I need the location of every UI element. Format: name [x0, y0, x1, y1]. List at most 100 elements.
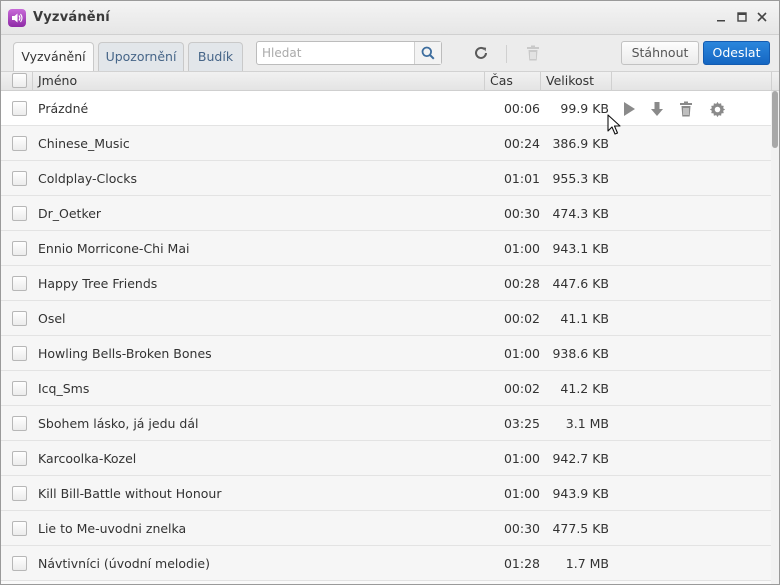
ringtone-duration: 03:25	[503, 416, 540, 431]
row-checkbox[interactable]	[12, 381, 27, 396]
table-row[interactable]: Návtivníci (úvodní melodie) 01:28 1.7 MB	[1, 546, 771, 581]
ringtone-duration: 00:30	[503, 521, 540, 536]
ringtone-name: Lie to Me-uvodni znelka	[38, 521, 187, 536]
table-row[interactable]: Ennio Morricone-Chi Mai 01:00 943.1 KB	[1, 231, 771, 266]
table-row[interactable]: Osel 00:02 41.1 KB	[1, 301, 771, 336]
row-checkbox[interactable]	[12, 101, 27, 116]
ringtone-name: Icq_Sms	[38, 381, 90, 396]
ringtone-list: Prázdné 00:06 99.9 KB Chinese_Music 00:24 386…	[1, 91, 771, 584]
table-row[interactable]: Lie to Me-uvodni znelka 00:30 477.5 KB	[1, 511, 771, 546]
table-row[interactable]: Kill Bill-Battle without Honour 01:00 943.…	[1, 476, 771, 511]
table-row[interactable]: Icq_Sms 00:02 41.2 KB	[1, 371, 771, 406]
row-checkbox[interactable]	[12, 276, 27, 291]
column-header-time[interactable]: Čas	[484, 72, 513, 91]
ringtone-name: Howling Bells-Broken Bones	[38, 346, 212, 361]
ringtone-size: 955.3 KB	[552, 171, 609, 186]
row-checkbox[interactable]	[12, 241, 27, 256]
search-icon	[421, 46, 435, 60]
maximize-icon[interactable]	[734, 9, 750, 25]
table-row[interactable]: Howling Bells-Broken Bones 01:00 938.6 KB	[1, 336, 771, 371]
row-checkbox[interactable]	[12, 171, 27, 186]
vertical-scrollbar[interactable]	[771, 91, 779, 584]
ringtone-size: 41.2 KB	[560, 381, 609, 396]
send-button[interactable]: Odeslat	[703, 41, 770, 65]
row-checkbox[interactable]	[12, 136, 27, 151]
tab-notifications[interactable]: Upozornění	[98, 42, 184, 71]
ringtone-size: 447.6 KB	[552, 276, 609, 291]
table-row[interactable]: Dr_Oetker 00:30 474.3 KB	[1, 196, 771, 231]
table-row[interactable]: Chinese_Music 00:24 386.9 KB	[1, 126, 771, 161]
scrollbar-thumb[interactable]	[772, 91, 778, 148]
ringtone-name: Happy Tree Friends	[38, 276, 158, 291]
row-checkbox[interactable]	[12, 521, 27, 536]
ringtone-size: 938.6 KB	[552, 346, 609, 361]
ringtone-size: 477.5 KB	[552, 521, 609, 536]
ringtone-size: 943.9 KB	[552, 486, 609, 501]
ringtone-name: Chinese_Music	[38, 136, 130, 151]
ringtone-name: Návtivníci (úvodní melodie)	[38, 556, 211, 571]
column-header-name[interactable]: Jméno	[32, 72, 77, 91]
toolbar: Vyzvánění Upozornění Budík Stáhnout Odes…	[1, 35, 779, 71]
table-row[interactable]: Karcoolka-Kozel 01:00 942.7 KB	[1, 441, 771, 476]
row-checkbox[interactable]	[12, 206, 27, 221]
row-checkbox[interactable]	[12, 486, 27, 501]
minimize-icon[interactable]	[713, 9, 729, 25]
table-row[interactable]: Prázdné 00:06 99.9 KB	[1, 91, 771, 126]
tab-alarm[interactable]: Budík	[188, 42, 243, 71]
download-button[interactable]: Stáhnout	[621, 41, 699, 65]
title-bar[interactable]: Vyzvánění	[1, 1, 779, 35]
row-checkbox[interactable]	[12, 346, 27, 361]
play-icon[interactable]	[619, 99, 639, 119]
ringtone-duration: 00:30	[503, 206, 540, 221]
ringtone-duration: 01:00	[503, 486, 540, 501]
ringtone-duration: 01:00	[503, 241, 540, 256]
ringtone-duration: 01:00	[503, 451, 540, 466]
trash-icon[interactable]	[524, 44, 542, 62]
ringtone-duration: 01:01	[503, 171, 540, 186]
ringtone-size: 386.9 KB	[552, 136, 609, 151]
ringtone-duration: 00:02	[503, 311, 540, 326]
ringtone-name: Kill Bill-Battle without Honour	[38, 486, 222, 501]
ringtone-duration: 00:06	[503, 101, 540, 116]
ringtone-size: 1.7 MB	[565, 556, 609, 571]
ringtone-duration: 01:00	[503, 346, 540, 361]
row-checkbox[interactable]	[12, 451, 27, 466]
column-header-size[interactable]: Velikost	[540, 72, 594, 91]
tab-ringtones[interactable]: Vyzvánění	[13, 42, 94, 71]
table-header: Jméno Čas Velikost	[1, 71, 779, 91]
table-row[interactable]: Happy Tree Friends 00:28 447.6 KB	[1, 266, 771, 301]
column-separator	[771, 72, 772, 91]
ringtone-duration: 00:02	[503, 381, 540, 396]
column-separator	[611, 72, 612, 91]
ringtone-name: Dr_Oetker	[38, 206, 102, 221]
ringtone-size: 3.1 MB	[565, 416, 609, 431]
ringtone-size: 942.7 KB	[552, 451, 609, 466]
table-row[interactable]: Coldplay-Clocks 01:01 955.3 KB	[1, 161, 771, 196]
ringtone-duration: 00:24	[503, 136, 540, 151]
table-row[interactable]: Sbohem lásko, já jedu dál 03:25 3.1 MB	[1, 406, 771, 441]
ringtone-duration: 01:28	[503, 556, 540, 571]
close-icon[interactable]	[754, 9, 770, 25]
trash-icon[interactable]	[676, 99, 696, 119]
ringtone-size: 99.9 KB	[560, 101, 609, 116]
search-input[interactable]	[257, 42, 415, 64]
ringtone-size: 943.1 KB	[552, 241, 609, 256]
toolbar-separator	[506, 45, 507, 63]
ringtone-size: 474.3 KB	[552, 206, 609, 221]
gear-icon[interactable]	[707, 99, 727, 119]
row-checkbox[interactable]	[12, 556, 27, 571]
ringtone-name: Osel	[38, 311, 66, 326]
row-checkbox[interactable]	[12, 416, 27, 431]
select-all-checkbox[interactable]	[12, 73, 27, 88]
ringtone-size: 41.1 KB	[560, 311, 609, 326]
row-actions	[619, 99, 739, 119]
ringtone-name: Karcoolka-Kozel	[38, 451, 137, 466]
window-title: Vyzvánění	[33, 10, 110, 25]
download-arrow-icon[interactable]	[647, 99, 667, 119]
row-checkbox[interactable]	[12, 311, 27, 326]
ringtones-window: Vyzvánění Vyzvánění Upozornění Budík Stá…	[0, 0, 780, 585]
search-box	[256, 41, 442, 65]
refresh-icon[interactable]	[472, 44, 490, 62]
search-button[interactable]	[414, 42, 441, 64]
speaker-icon	[8, 9, 26, 27]
